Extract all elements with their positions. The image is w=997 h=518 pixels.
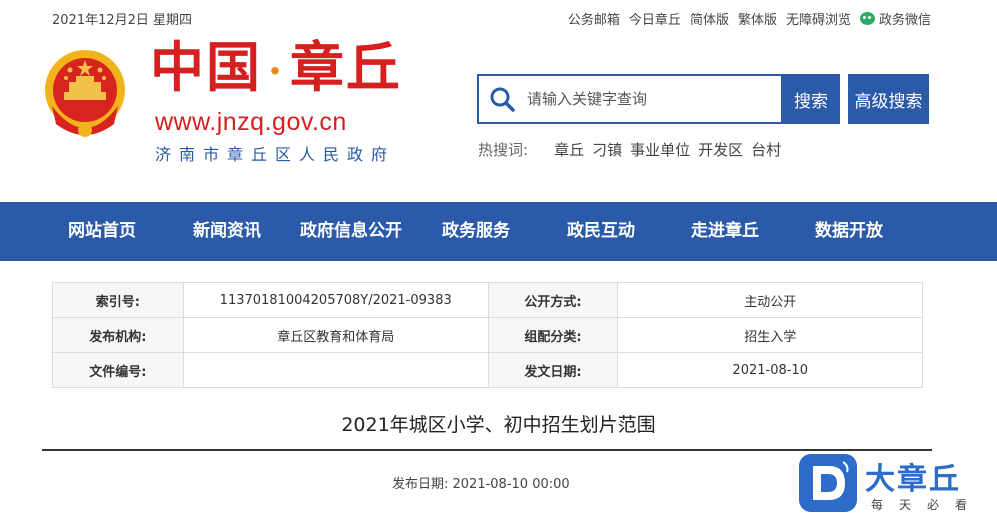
search-input[interactable]: [527, 86, 772, 112]
table-row: 文件编号: 发文日期: 2021-08-10: [52, 352, 923, 388]
hot-word[interactable]: 台村: [751, 139, 781, 160]
nav-news[interactable]: 新闻资讯: [193, 202, 261, 261]
top-links: 公务邮箱 今日章丘 简体版 繁体版 无障碍浏览 政务微信: [568, 9, 931, 28]
site-url: www.jnzq.gov.cn: [155, 108, 347, 136]
logo-dot: ·: [268, 47, 284, 95]
info-key-issue-date: 发文日期:: [487, 352, 619, 388]
search-box: [477, 74, 783, 124]
watermark-logo: 大章丘 每天必看: [797, 452, 997, 518]
info-key-disclosure: 公开方式:: [487, 282, 619, 318]
info-value-doc-number: [182, 352, 489, 388]
nav-services[interactable]: 政务服务: [442, 202, 510, 261]
info-key-publisher: 发布机构:: [52, 317, 184, 353]
top-link-wechat[interactable]: 政务微信: [859, 9, 931, 28]
nav-home[interactable]: 网站首页: [68, 202, 136, 261]
d-logo-icon: [799, 454, 857, 512]
top-link-traditional[interactable]: 繁体版: [738, 9, 777, 28]
top-link-mail[interactable]: 公务邮箱: [568, 9, 620, 28]
top-bar: 2021年12月2日 星期四 公务邮箱 今日章丘 简体版 繁体版 无障碍浏览 政…: [0, 0, 997, 34]
advanced-search-button[interactable]: 高级搜索: [848, 74, 929, 124]
site-subtitle: 济南市章丘区人民政府: [155, 145, 396, 164]
search-icon: [490, 87, 515, 112]
info-value-issue-date: 2021-08-10: [617, 352, 923, 388]
wechat-icon: [859, 12, 875, 25]
main-nav: 网站首页 新闻资讯 政府信息公开 政务服务 政民互动 走进章丘 数据开放: [0, 202, 997, 261]
search-button[interactable]: 搜索: [782, 74, 840, 124]
info-key-index: 索引号:: [52, 282, 184, 318]
hot-search-label: 热搜词:: [478, 141, 529, 159]
watermark-brand: 大章丘: [865, 462, 961, 497]
info-value-index: 11370181004205708Y/2021-09383: [182, 282, 489, 318]
hot-search-words: 热搜词: 章丘 刁镇 事业单位 开发区 台村: [478, 139, 789, 160]
info-value-disclosure: 主动公开: [617, 282, 923, 318]
nav-gov-info[interactable]: 政府信息公开: [300, 202, 402, 261]
hot-word[interactable]: 事业单位: [630, 139, 690, 160]
title-divider: [42, 449, 932, 451]
document-info-table: 索引号: 11370181004205708Y/2021-09383 公开方式:…: [52, 282, 923, 388]
top-link-simplified[interactable]: 简体版: [690, 9, 729, 28]
national-emblem-icon: [45, 50, 125, 137]
table-row: 索引号: 11370181004205708Y/2021-09383 公开方式:…: [52, 282, 923, 318]
info-value-publisher: 章丘区教育和体育局: [182, 317, 489, 353]
top-link-accessibility[interactable]: 无障碍浏览: [786, 9, 851, 28]
current-date: 2021年12月2日 星期四: [52, 13, 193, 28]
info-key-doc-number: 文件编号:: [52, 352, 184, 388]
site-name-right: 章丘: [289, 35, 402, 99]
hot-word[interactable]: 章丘: [554, 139, 584, 160]
nav-about[interactable]: 走进章丘: [691, 202, 759, 261]
table-row: 发布机构: 章丘区教育和体育局 组配分类: 招生入学: [52, 317, 923, 353]
top-link-today[interactable]: 今日章丘: [629, 9, 681, 28]
site-name-left: 中国: [150, 35, 262, 99]
info-key-category: 组配分类:: [487, 317, 619, 353]
wechat-label: 政务微信: [878, 13, 931, 28]
article-title: 2021年城区小学、初中招生划片范围: [341, 414, 656, 436]
hot-word[interactable]: 开发区: [698, 139, 743, 160]
site-logo-title[interactable]: 中国 · 章丘: [150, 40, 402, 94]
info-value-category: 招生入学: [617, 317, 923, 353]
publish-date: 发布日期: 2021-08-10 00:00: [392, 477, 570, 492]
hot-word[interactable]: 刁镇: [592, 139, 622, 160]
nav-open-data[interactable]: 数据开放: [815, 202, 883, 261]
nav-interaction[interactable]: 政民互动: [567, 202, 635, 261]
watermark-slogan: 每天必看: [871, 498, 984, 512]
